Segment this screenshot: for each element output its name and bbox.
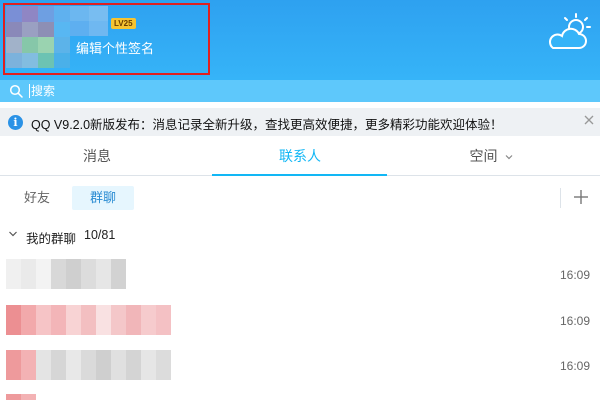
tab-space-label: 空间 [469, 148, 498, 164]
update-notice[interactable]: i QQ V9.2.0新版发布：消息记录全新升级，查找更高效便捷，更多精彩功能欢… [0, 108, 600, 136]
notice-text: QQ V9.2.0新版发布：消息记录全新升级，查找更高效便捷，更多精彩功能欢迎体… [31, 118, 503, 132]
blurred-group-info [6, 394, 36, 400]
add-icon[interactable] [573, 189, 589, 205]
profile-header: LV25 编辑个性签名 [0, 0, 600, 80]
group-section-header[interactable]: 我的群聊 10/81 [0, 224, 600, 246]
cloud-sun-icon[interactable] [545, 12, 595, 54]
group-list-item[interactable]: 16:09 [0, 301, 600, 345]
tab-messages[interactable]: 消息 [2, 138, 192, 175]
text-cursor [29, 84, 30, 98]
search-bar [0, 80, 600, 102]
chevron-down-icon [9, 231, 17, 237]
tab-contacts[interactable]: 联系人 [205, 138, 395, 175]
last-active-time: 16:09 [560, 359, 591, 373]
blurred-group-info [6, 259, 126, 289]
info-icon: i [8, 115, 23, 130]
group-section-count: 10/81 [84, 228, 116, 242]
close-icon[interactable] [582, 113, 596, 127]
tab-space[interactable]: 空间 [397, 138, 587, 175]
blurred-group-info [6, 350, 171, 380]
group-list-item[interactable]: 16:09 [0, 346, 600, 390]
group-list-item[interactable]: 16:09 [0, 255, 600, 299]
group-list-item-partial[interactable] [0, 392, 600, 400]
last-active-time: 16:09 [560, 314, 591, 328]
subtab-groups[interactable]: 群聊 [72, 186, 134, 210]
blurred-group-info [6, 305, 171, 335]
search-input[interactable] [31, 81, 571, 101]
contact-subtabs: 好友 群聊 [0, 180, 600, 216]
highlight-box [3, 3, 210, 75]
group-section-title: 我的群聊 [26, 232, 77, 246]
last-active-time: 16:09 [560, 268, 591, 282]
chevron-down-icon [506, 155, 513, 160]
subtab-friends[interactable]: 好友 [10, 186, 64, 210]
divider [560, 188, 561, 208]
main-tabs: 消息 联系人 空间 [0, 138, 600, 176]
active-tab-indicator [212, 174, 387, 176]
search-icon [9, 84, 23, 98]
